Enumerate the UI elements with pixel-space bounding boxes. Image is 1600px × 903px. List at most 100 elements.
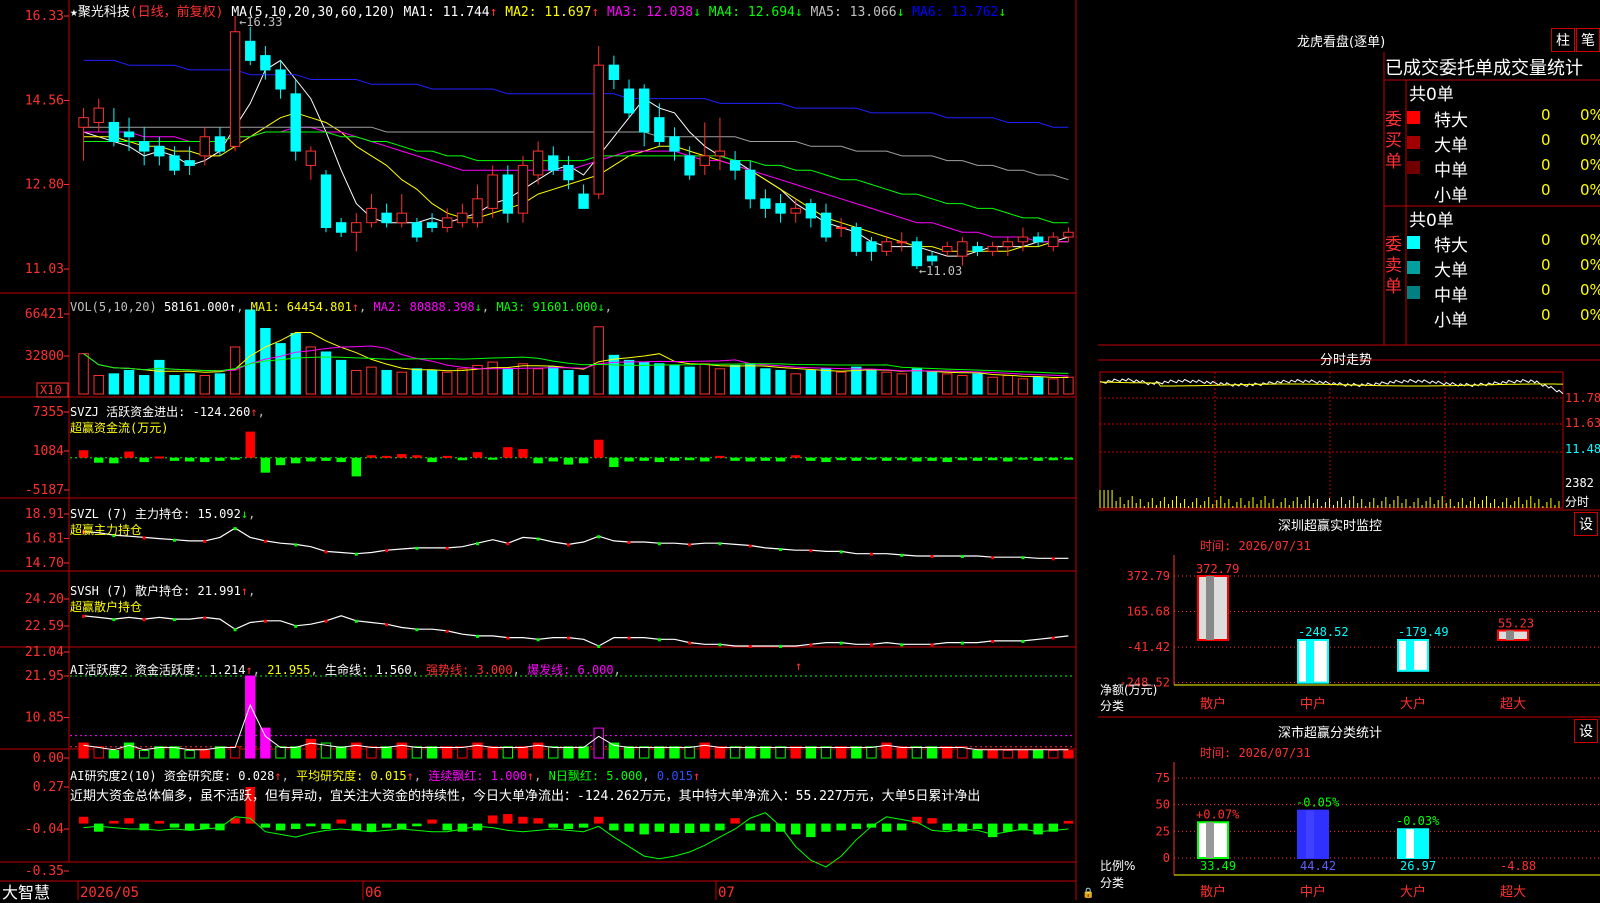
- volume-ma-label: MA2: 80888.398: [366, 300, 475, 314]
- volume-bar: [305, 346, 317, 395]
- classify-category-label: 超大: [1500, 885, 1526, 900]
- ai-active-bar: [335, 746, 347, 759]
- volume-axis-label: 66421: [25, 307, 64, 322]
- ai-research-bar: [730, 818, 740, 824]
- order-row-percent: 0%: [1580, 131, 1600, 149]
- classify-settings-button[interactable]: 设: [1574, 719, 1598, 743]
- ai-active-bar: [623, 746, 635, 759]
- price-axis-label: 12.80: [25, 178, 64, 193]
- candle-body: [775, 203, 786, 214]
- svsh-marker: [779, 644, 783, 648]
- svzj-bar: [715, 455, 725, 458]
- svsh-marker: [657, 638, 661, 642]
- volume-bar: [154, 359, 165, 395]
- svzj-bar: [1063, 457, 1074, 460]
- classify-axis-label: 75: [1156, 771, 1170, 785]
- ai-active-bar: [381, 746, 392, 759]
- svsh-marker: [1051, 636, 1055, 640]
- ai-research-header: AI研究度2(10) 资金研究度: 0.028↑, 平均研究度: 0.015↑,…: [70, 769, 981, 804]
- bar-mode-button[interactable]: 柱: [1551, 28, 1575, 52]
- ai-research-bar: [987, 823, 998, 838]
- candle-body: [260, 55, 271, 71]
- svsh-marker: [748, 644, 752, 648]
- svzj-bar: [791, 455, 801, 458]
- ma-values: MA1: 11.744↑ MA2: 11.697↑ MA3: 12.038↓ M…: [404, 5, 1007, 20]
- ai-research-bar: [457, 823, 468, 832]
- order-row-label: 中单: [1434, 161, 1468, 181]
- ai-research-bar: [594, 816, 604, 824]
- ai-active-bar: [548, 746, 559, 759]
- svzl-marker: [566, 543, 570, 547]
- classify-bar-stripe: [1206, 822, 1214, 858]
- svzl-marker: [294, 543, 298, 547]
- volume-bar: [972, 373, 983, 395]
- volume-bar: [442, 371, 453, 395]
- svzj-bar: [336, 457, 346, 463]
- svsh-marker: [354, 619, 358, 623]
- svzj-bar: [760, 457, 771, 461]
- svzj-axis-label: -5187: [25, 483, 64, 498]
- ai-research-bar: [184, 823, 195, 831]
- order-row-label: 大单: [1434, 136, 1468, 156]
- order-row-percent: 0%: [1580, 231, 1600, 249]
- ai-active-header: AI活跃度2 资金活跃度: 1.214↑, 21.955, 生命线: 1.560…: [70, 663, 621, 677]
- ai-research-cont-arrow-icon: ↑: [526, 769, 535, 783]
- volume-bar: [426, 369, 438, 395]
- svzl-marker: [991, 556, 995, 560]
- ai-active-value: 资金活跃度: 1.214: [134, 663, 246, 677]
- svzj-bar: [215, 457, 225, 461]
- intraday-frame: [1099, 371, 1564, 509]
- svsh-marker: [960, 641, 964, 645]
- svzl-marker: [506, 542, 510, 546]
- candle-body: [245, 40, 256, 61]
- ai-active-burst: 爆发线: 6.000: [527, 663, 614, 677]
- ai-research-bar: [972, 823, 983, 829]
- svsh-marker: [415, 628, 419, 632]
- volume-ma-arrow-icon: ↓: [474, 300, 482, 314]
- candle-body: [411, 222, 423, 238]
- svsh-marker: [82, 614, 86, 618]
- candle-body: [305, 150, 317, 166]
- tick-mode-button[interactable]: 笔: [1576, 28, 1600, 52]
- candle-body: [835, 226, 847, 229]
- candle-body: [138, 141, 150, 152]
- svzj-bar: [639, 457, 649, 461]
- order-row-count: 0: [1541, 181, 1551, 199]
- volume-bar: [78, 353, 89, 395]
- monitor-settings-button[interactable]: 设: [1574, 512, 1598, 536]
- ai-research-bar: [397, 823, 407, 829]
- ai-research-bar: [124, 818, 134, 824]
- candle-body: [366, 207, 377, 224]
- candle-body: [684, 155, 695, 176]
- candle-body: [805, 203, 817, 219]
- stock-name[interactable]: ★聚光科技: [70, 5, 130, 20]
- monitor-bar-0: [1197, 575, 1229, 641]
- ai-research-title: AI研究度2(10): [70, 769, 157, 783]
- chart-mode[interactable]: (日线，前复权): [130, 5, 224, 20]
- ai-research-bar: [821, 823, 831, 832]
- volume-bar: [366, 366, 377, 395]
- ai-active-bar: [638, 746, 650, 759]
- monitor-bar-label: -248.52: [1298, 625, 1349, 639]
- order-row: 特大 0 0%: [1407, 106, 1600, 131]
- ai-active-bar: [517, 746, 529, 759]
- svzj-bar: [897, 457, 907, 461]
- svzj-bar: [381, 455, 392, 458]
- svzj-bar: [745, 457, 755, 462]
- svzl-marker: [354, 552, 358, 556]
- chart-area[interactable]: 16.3314.5612.8011.03←16.33←11.0366421328…: [0, 0, 1100, 900]
- volume-axis-label: 32800: [25, 349, 64, 364]
- classify-value-label: 26.97: [1400, 859, 1436, 873]
- brand-label: 大智慧: [2, 883, 51, 902]
- intraday-price-mid: 11.63: [1565, 416, 1600, 430]
- svsh-line: [83, 615, 1069, 647]
- order-row-label: 特大: [1434, 236, 1468, 256]
- ai-active-bar: [805, 746, 817, 759]
- candle-body: [169, 155, 180, 171]
- ma-arrow-icon: ↓: [693, 5, 701, 20]
- ai-active-bar: [442, 746, 453, 759]
- svzj-bar: [154, 456, 165, 459]
- price-axis-label: 11.03: [25, 262, 64, 277]
- ai-active-title: AI活跃度2: [70, 663, 128, 677]
- svsh-title: SVSH (7) 散户持仓: 21.991: [70, 584, 241, 598]
